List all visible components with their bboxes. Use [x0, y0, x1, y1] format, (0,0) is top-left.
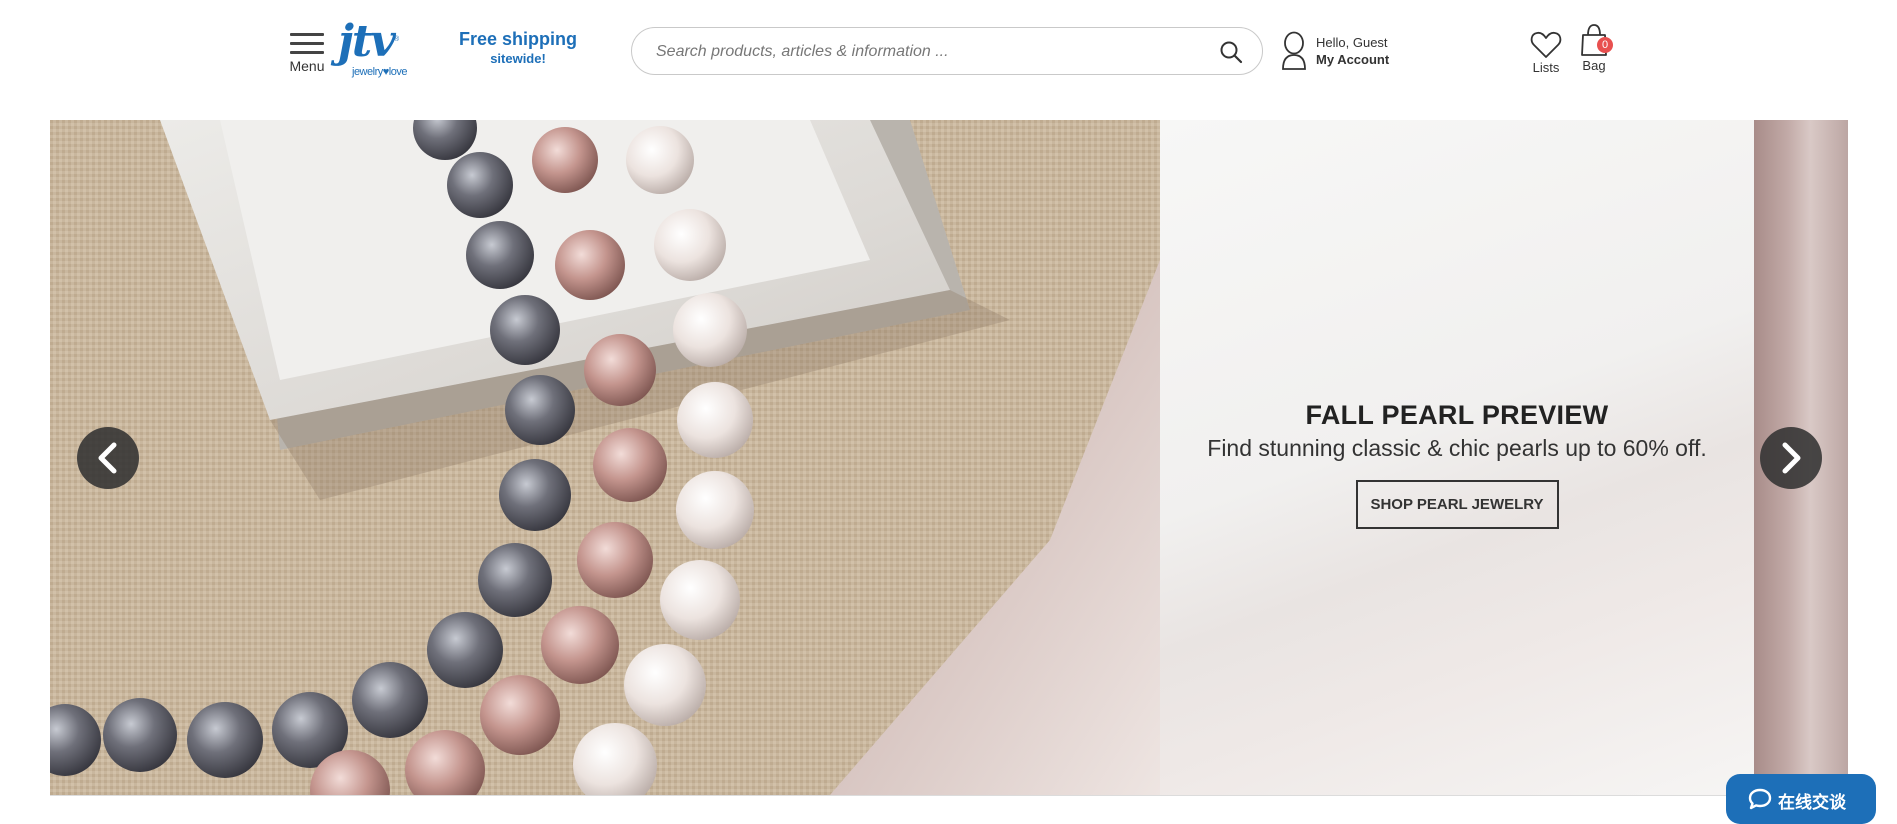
- shipping-line1: Free shipping: [458, 29, 577, 49]
- menu-icon: [290, 31, 324, 55]
- free-shipping-promo[interactable]: Free shipping sitewide!: [456, 28, 580, 68]
- search-input[interactable]: [654, 38, 1198, 66]
- lists-button[interactable]: Lists: [1528, 29, 1564, 79]
- lists-label: Lists: [1532, 60, 1560, 75]
- promo-subtitle: Find stunning classic & chic pearls up t…: [1207, 435, 1707, 461]
- shop-pearl-jewelry-button[interactable]: SHOP PEARL JEWELRY: [1355, 480, 1559, 529]
- chat-bubble-icon: [1748, 788, 1772, 810]
- chevron-left-icon: [98, 442, 117, 474]
- carousel-prev-button[interactable]: [77, 427, 139, 489]
- jtv-logo[interactable]: jtv ® jewelry♥love: [334, 16, 416, 82]
- logo-registered: ®: [394, 36, 400, 43]
- account-link[interactable]: Hello, Guest My Account: [1280, 31, 1410, 73]
- logo-mark: jtv: [338, 16, 396, 67]
- bag-button[interactable]: 0 Bag: [1576, 23, 1613, 79]
- pearl-necklaces-photo[interactable]: [50, 120, 1160, 795]
- site-header: Menu jtv ® jewelry♥love Free shipping si…: [0, 0, 1897, 120]
- bag-count-badge: 0: [1597, 37, 1613, 53]
- bag-label: Bag: [1582, 58, 1606, 73]
- hero-carousel: FALL PEARL PREVIEW Find stunning classic…: [50, 120, 1848, 795]
- live-chat-button[interactable]: 在线交谈: [1726, 774, 1876, 824]
- account-greeting: Hello, Guest: [1316, 35, 1388, 50]
- menu-label: Menu: [289, 58, 325, 74]
- my-account-link: My Account: [1316, 52, 1390, 67]
- search-bar: [631, 27, 1263, 75]
- promo-content: FALL PEARL PREVIEW Find stunning classic…: [1160, 398, 1754, 529]
- user-icon: [1282, 31, 1306, 70]
- hero-divider: [50, 795, 1848, 796]
- promo-title: FALL PEARL PREVIEW: [1305, 400, 1609, 430]
- shipping-line2: sitewide!: [490, 51, 546, 66]
- logo-tagline: jewelry♥love: [352, 66, 407, 78]
- search-icon[interactable]: [1218, 39, 1244, 65]
- menu-button[interactable]: Menu: [283, 28, 331, 78]
- chevron-right-icon: [1782, 442, 1801, 474]
- heart-icon: [1530, 31, 1562, 58]
- chat-label: 在线交谈: [1778, 793, 1846, 812]
- carousel-next-button[interactable]: [1760, 427, 1822, 489]
